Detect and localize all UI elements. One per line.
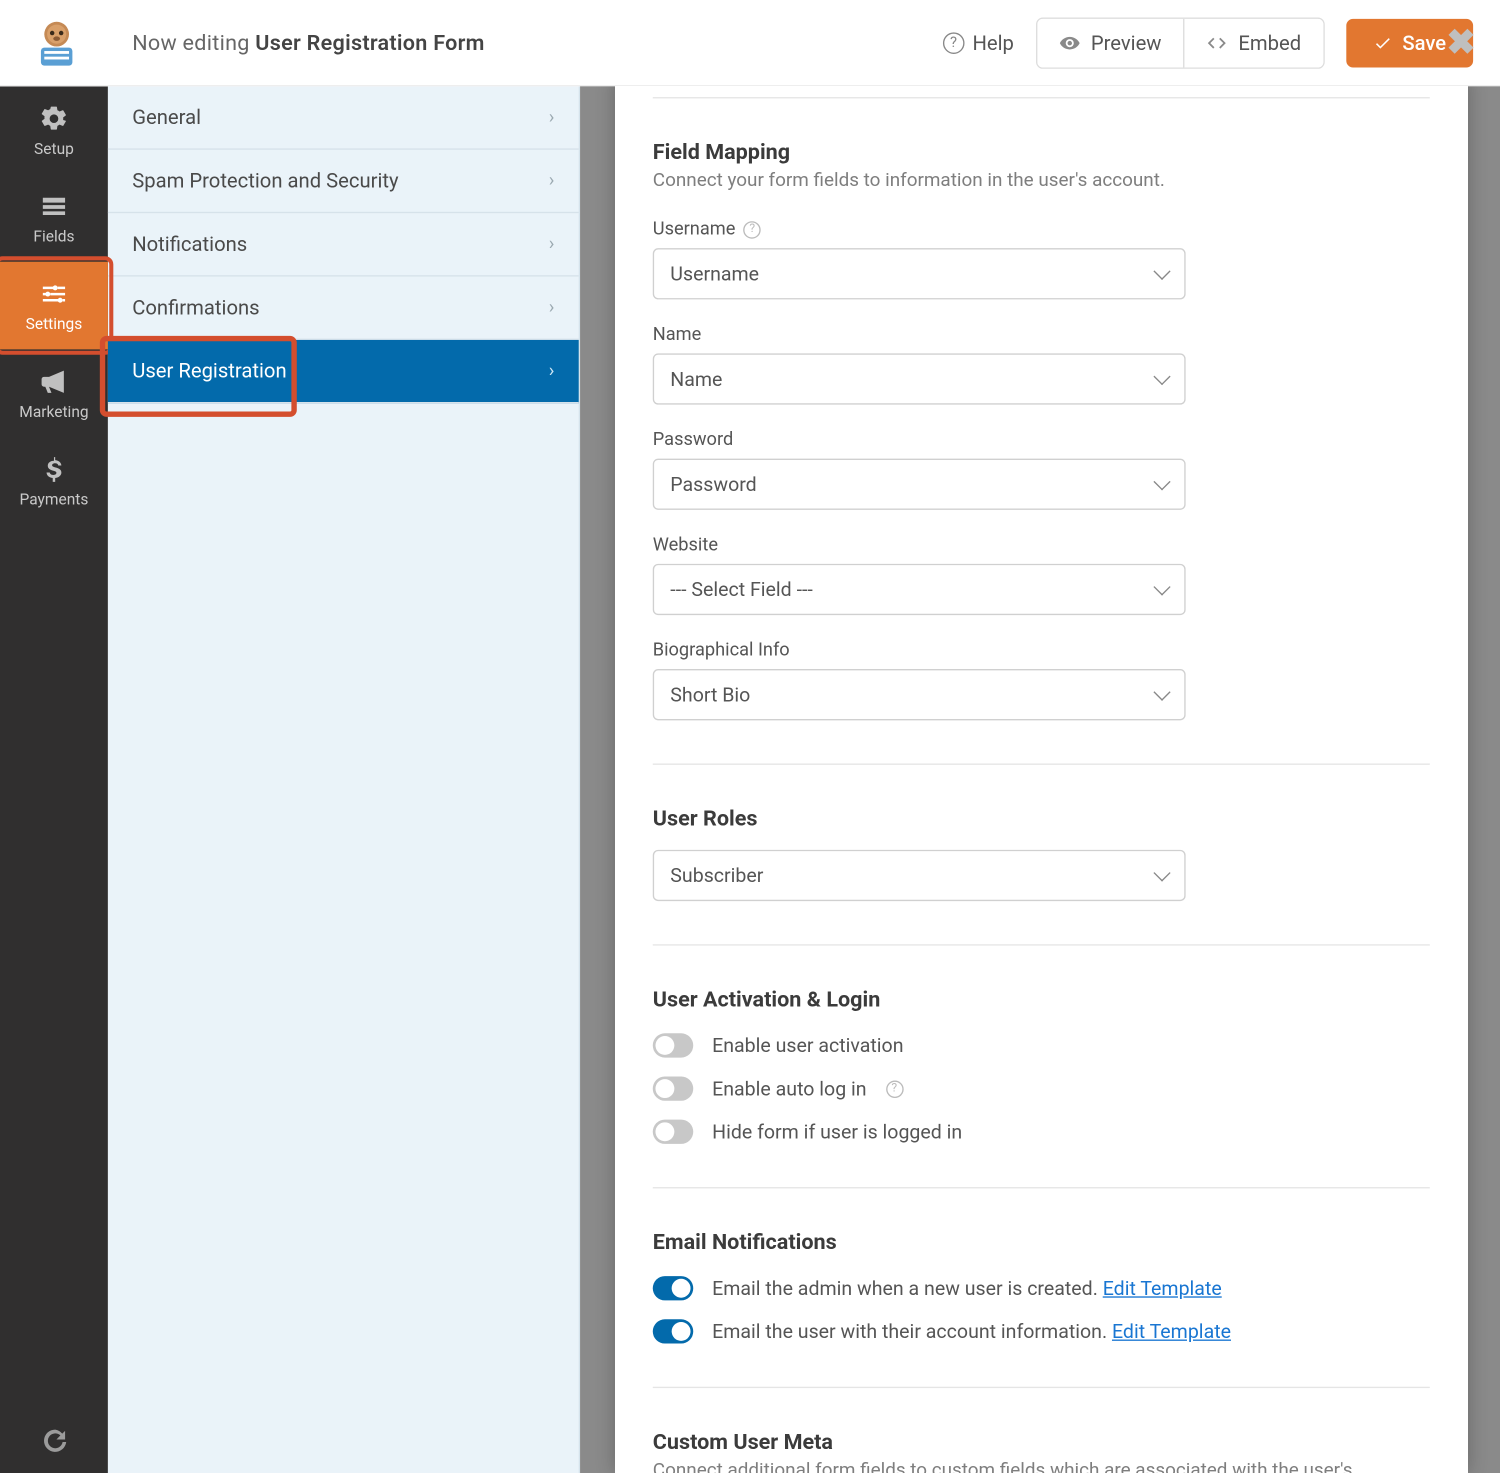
field-mapping-title: Field Mapping [653, 139, 1430, 165]
check-icon [1373, 33, 1392, 52]
embed-button[interactable]: Embed [1183, 18, 1323, 67]
chevron-right-icon: › [549, 107, 555, 129]
toggle-label: Hide form if user is logged in [712, 1120, 962, 1143]
edit-template-link-user[interactable]: Edit Template [1112, 1320, 1231, 1343]
editing-prefix: Now editing [132, 30, 255, 56]
activation-title: User Activation & Login [653, 986, 1430, 1012]
chevron-right-icon: › [549, 360, 555, 382]
rail-item-payments[interactable]: Payments [0, 437, 108, 525]
gear-icon [39, 103, 69, 133]
chevron-right-icon: › [549, 233, 555, 255]
select-website[interactable]: --- Select Field --- [653, 564, 1186, 615]
select-username[interactable]: Username [653, 248, 1186, 299]
help-icon: ? [943, 32, 965, 54]
rail-item-marketing[interactable]: Marketing [0, 349, 108, 437]
page-title: Now editing User Registration Form [132, 30, 484, 56]
content-panel: Field Mapping Connect your form fields t… [615, 86, 1468, 1473]
sliders-icon [39, 279, 69, 309]
subside-item-confirmations[interactable]: Confirmations › [108, 277, 579, 340]
close-icon[interactable]: ✖ [1446, 22, 1475, 62]
preview-button[interactable]: Preview [1037, 18, 1183, 67]
form-name: User Registration Form [255, 30, 484, 56]
chevron-right-icon: › [549, 297, 555, 319]
code-icon [1206, 32, 1228, 54]
content-wrap: Field Mapping Connect your form fields t… [580, 86, 1500, 1473]
app-logo [27, 13, 86, 72]
settings-subsidebar: General › Spam Protection and Security ›… [108, 86, 580, 1473]
toggle-hide-form[interactable] [653, 1120, 693, 1144]
history-icon [39, 1426, 69, 1456]
select-bio[interactable]: Short Bio [653, 669, 1186, 720]
left-rail: Setup Fields Settings Marketing Payments [0, 86, 108, 1473]
chevron-right-icon: › [549, 170, 555, 192]
label-website: Website [653, 534, 718, 556]
user-roles-title: User Roles [653, 805, 1430, 831]
toggle-email-admin[interactable] [653, 1276, 693, 1300]
help-icon[interactable]: ? [744, 221, 762, 239]
rail-collapse-button[interactable] [0, 1408, 108, 1473]
rail-item-setup[interactable]: Setup [0, 86, 108, 174]
select-password[interactable]: Password [653, 459, 1186, 510]
toggle-label: Enable auto log in [712, 1077, 866, 1100]
rail-item-settings[interactable]: Settings [0, 262, 108, 350]
rail-item-fields[interactable]: Fields [0, 174, 108, 262]
fields-icon [39, 191, 69, 221]
label-bio: Biographical Info [653, 639, 790, 661]
label-password: Password [653, 429, 733, 451]
toggle-auto-login[interactable] [653, 1077, 693, 1101]
help-link[interactable]: ? Help [943, 30, 1014, 54]
dollar-icon [39, 454, 69, 484]
email-admin-text: Email the admin when a new user is creat… [712, 1277, 1098, 1300]
toggle-label: Enable user activation [712, 1034, 903, 1057]
subside-item-spam[interactable]: Spam Protection and Security › [108, 150, 579, 213]
app-header: Now editing User Registration Form ? Hel… [0, 0, 1500, 86]
toggle-enable-activation[interactable] [653, 1033, 693, 1057]
subside-item-notifications[interactable]: Notifications › [108, 213, 579, 276]
email-notifications-title: Email Notifications [653, 1229, 1430, 1255]
label-username: Username [653, 219, 736, 241]
eye-icon [1058, 32, 1080, 54]
select-user-role[interactable]: Subscriber [653, 850, 1186, 901]
edit-template-link-admin[interactable]: Edit Template [1103, 1277, 1222, 1300]
help-icon[interactable]: ? [886, 1080, 904, 1098]
field-mapping-desc: Connect your form fields to information … [653, 170, 1430, 192]
subside-item-user-registration[interactable]: User Registration › [108, 340, 579, 403]
header-button-group: Preview Embed [1036, 17, 1325, 68]
select-name[interactable]: Name [653, 353, 1186, 404]
email-user-text: Email the user with their account inform… [712, 1320, 1107, 1343]
custom-meta-desc: Connect additional form fields to custom… [653, 1460, 1430, 1473]
custom-meta-title: Custom User Meta [653, 1429, 1430, 1455]
toggle-email-user[interactable] [653, 1319, 693, 1343]
subside-item-general[interactable]: General › [108, 86, 579, 149]
bullhorn-icon [39, 366, 69, 396]
label-name: Name [653, 324, 702, 346]
